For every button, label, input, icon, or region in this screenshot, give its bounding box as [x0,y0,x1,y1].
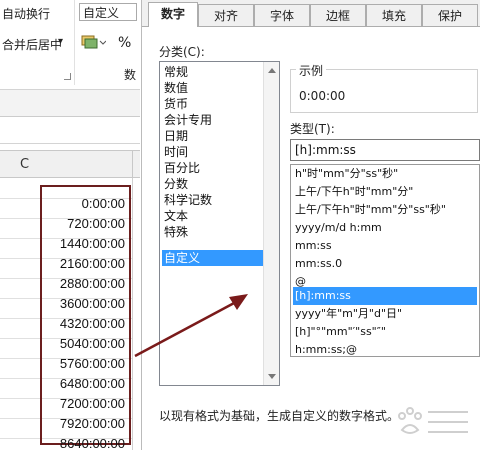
sample-value: 0:00:00 [299,89,346,103]
percent-style-button[interactable]: % [118,35,131,51]
format-cells-dialog: 数字 对齐 字体 边框 填充 保护 分类(C): 常规 数值 货币 会计专用 日… [141,0,480,450]
format-item-selected[interactable]: [h]:mm:ss [293,287,477,305]
cell-value[interactable]: 1440:00:00 [39,236,125,251]
wrap-text-button[interactable]: 自动换行 [2,5,50,22]
cell-value[interactable]: 4320:00:00 [39,316,125,331]
category-item[interactable]: 特殊 [162,224,264,240]
tab-fill[interactable]: 填充 [366,4,422,26]
merge-center-button[interactable]: 合并后居中 [2,36,62,53]
ribbon-separator [74,0,75,85]
dialog-tab-strip: 数字 对齐 字体 边框 填充 保护 [142,0,480,27]
category-item[interactable]: 货币 [162,96,264,112]
format-item[interactable]: yyyy/m/d h:mm [293,219,477,237]
category-label: 分类(C): [159,45,205,59]
tab-number[interactable]: 数字 [148,2,198,27]
cell-value[interactable]: 8640:00:00 [39,436,125,451]
tab-protection[interactable]: 保护 [422,4,478,26]
category-item[interactable]: 时间 [162,144,264,160]
sample-label: 示例 [296,62,327,79]
cell-value[interactable]: 2880:00:00 [39,276,125,291]
format-item[interactable]: 上午/下午h"时"mm"分" [293,183,477,201]
cell-value[interactable]: 7920:00:00 [39,416,125,431]
cell-value[interactable]: 7200:00:00 [39,396,125,411]
format-item[interactable]: yyyy"年"m"月"d"日" [293,305,477,323]
sheet-blank-row [0,117,140,144]
highlighted-cell-range[interactable]: 0:00:00 720:00:00 1440:00:00 2160:00:00 … [39,185,131,451]
type-input[interactable]: [h]:mm:ss [290,139,480,161]
cell-value[interactable]: 3600:00:00 [39,296,125,311]
format-item[interactable]: h"时"mm"分"ss"秒" [293,165,477,183]
tab-border[interactable]: 边框 [310,4,366,26]
category-item[interactable]: 文本 [162,208,264,224]
cell-value[interactable]: 5040:00:00 [39,336,125,351]
scroll-down-icon[interactable] [268,374,276,379]
category-item[interactable]: 常规 [162,64,264,80]
category-item[interactable]: 数值 [162,80,264,96]
category-list[interactable]: 常规 数值 货币 会计专用 日期 时间 百分比 分数 科学记数 文本 特殊 自定… [159,61,280,386]
number-group-label: 数 [124,68,137,82]
format-item[interactable]: h:mm:ss;@ [293,341,477,356]
cell-value[interactable]: 6480:00:00 [39,376,125,391]
format-list[interactable]: h"时"mm"分"ss"秒" 上午/下午h"时"mm"分" 上午/下午h"时"m… [290,164,480,357]
number-format-select[interactable]: 自定义 [79,3,137,21]
format-item[interactable]: [h]"°"mm"′"ss"″" [293,323,477,341]
accounting-format-icon[interactable] [80,33,106,51]
category-item[interactable]: 会计专用 [162,112,264,128]
scroll-up-icon[interactable] [268,68,276,73]
format-item[interactable]: mm:ss [293,237,477,255]
watermark-logo-icon [398,407,468,434]
category-item-selected[interactable]: 自定义 [162,250,264,266]
column-separator [132,151,133,179]
column-header-c[interactable]: C [20,157,29,172]
tab-font[interactable]: 字体 [254,4,310,26]
cell-value[interactable]: 720:00:00 [39,216,125,231]
cell-value[interactable]: 2160:00:00 [39,256,125,271]
format-item[interactable]: mm:ss.0 [293,255,477,273]
tab-alignment[interactable]: 对齐 [198,4,254,26]
column-header-row: C [0,150,140,179]
type-label: 类型(T): [290,122,335,136]
cell-value[interactable]: 5760:00:00 [39,356,125,371]
alignment-dialog-launcher-icon[interactable] [64,73,71,80]
grid-column-line [132,178,133,450]
category-item[interactable]: 日期 [162,128,264,144]
merge-dropdown-icon[interactable]: ▾ [58,36,63,47]
category-item[interactable]: 分数 [162,176,264,192]
format-item[interactable]: 上午/下午h"时"mm"分"ss"秒" [293,201,477,219]
category-item[interactable]: 百分比 [162,160,264,176]
category-item[interactable]: 科学记数 [162,192,264,208]
excel-ribbon: 自动换行 合并后居中 ▾ 自定义 % 数 [0,0,140,90]
formula-bar-area [0,90,140,117]
category-scrollbar[interactable] [263,62,279,385]
format-description: 以现有格式为基础，生成自定义的数字格式。 [159,409,400,423]
cell-value[interactable]: 0:00:00 [39,196,125,211]
